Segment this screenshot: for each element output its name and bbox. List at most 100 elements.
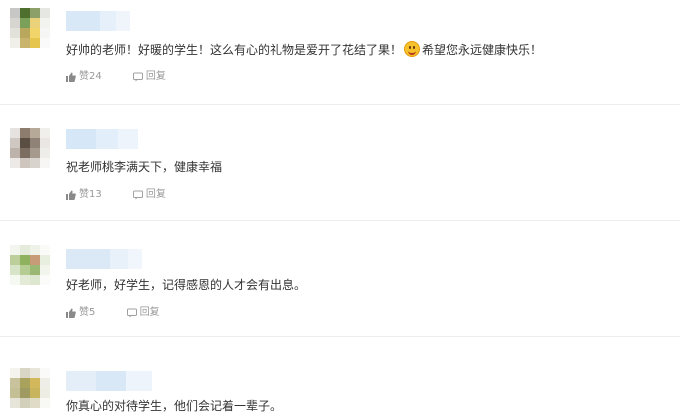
avatar-pixel — [10, 18, 20, 28]
username[interactable] — [66, 371, 152, 391]
avatar-pixel — [40, 18, 50, 28]
avatar[interactable] — [10, 368, 50, 408]
avatar-pixel — [10, 158, 20, 168]
avatar-pixel — [30, 265, 40, 275]
avatar-pixel — [10, 8, 20, 18]
thumbs-up-icon — [66, 72, 76, 82]
thumbs-up-icon — [66, 190, 76, 200]
comment-text: 好帅的老师！好暖的学生！这么有心的礼物是爱开了花结了果！ 希望您永远健康快乐！ — [66, 41, 543, 57]
avatar-pixel — [20, 28, 30, 38]
avatar-pixel — [40, 368, 50, 378]
avatar-pixel — [10, 255, 20, 265]
avatar-pixel — [20, 265, 30, 275]
avatar-pixel — [40, 378, 50, 388]
avatar-pixel — [40, 148, 50, 158]
avatar-pixel — [40, 28, 50, 38]
avatar-pixel — [20, 158, 30, 168]
avatar-pixel — [30, 368, 40, 378]
avatar-pixel — [20, 138, 30, 148]
avatar-pixel — [10, 28, 20, 38]
username[interactable] — [66, 249, 142, 269]
like-count: 赞24 — [79, 71, 102, 82]
avatar-pixel — [20, 38, 30, 48]
like-button[interactable]: 赞13 — [66, 189, 102, 201]
avatar-pixel — [10, 388, 20, 398]
avatar-pixel — [20, 378, 30, 388]
avatar-pixel — [30, 128, 40, 138]
comment-2: 祝老师桃李满天下，健康幸福 赞13 回复 — [0, 105, 680, 220]
avatar-pixel — [30, 28, 40, 38]
avatar-pixel — [40, 138, 50, 148]
reply-button[interactable]: 回复 — [132, 71, 166, 83]
avatar-pixel — [20, 388, 30, 398]
comment-text: 祝老师桃李满天下，健康幸福 — [66, 160, 223, 174]
avatar-pixel — [30, 18, 40, 28]
avatar-pixel — [40, 158, 50, 168]
avatar[interactable] — [10, 245, 50, 285]
reply-icon — [132, 190, 143, 200]
username[interactable] — [66, 129, 138, 149]
comment-actions: 赞13 回复 — [66, 189, 194, 204]
thumbs-up-icon — [66, 308, 76, 318]
avatar[interactable] — [10, 128, 50, 168]
avatar[interactable] — [10, 8, 50, 48]
avatar-pixel — [30, 38, 40, 48]
avatar-pixel — [20, 128, 30, 138]
like-button[interactable]: 赞5 — [66, 307, 95, 319]
avatar-pixel — [10, 378, 20, 388]
avatar-pixel — [20, 18, 30, 28]
avatar-pixel — [20, 398, 30, 408]
avatar-pixel — [40, 388, 50, 398]
avatar-pixel — [40, 398, 50, 408]
avatar-pixel — [10, 128, 20, 138]
avatar-pixel — [30, 378, 40, 388]
avatar-pixel — [30, 245, 40, 255]
avatar-pixel — [40, 245, 50, 255]
reply-button[interactable]: 回复 — [132, 189, 166, 201]
avatar-pixel — [30, 275, 40, 285]
avatar-pixel — [10, 138, 20, 148]
avatar-pixel — [20, 148, 30, 158]
avatar-pixel — [20, 368, 30, 378]
like-count: 赞13 — [79, 189, 102, 200]
comment-1: 好帅的老师！好暖的学生！这么有心的礼物是爱开了花结了果！ 希望您永远健康快乐！ 赞… — [0, 0, 680, 104]
avatar-pixel — [10, 368, 20, 378]
like-button[interactable]: 赞24 — [66, 71, 102, 83]
grin-emoji-icon — [404, 41, 421, 57]
avatar-pixel — [20, 275, 30, 285]
avatar-pixel — [20, 255, 30, 265]
avatar-pixel — [40, 8, 50, 18]
avatar-pixel — [40, 275, 50, 285]
avatar-pixel — [40, 128, 50, 138]
reply-icon — [126, 308, 137, 318]
avatar-pixel — [10, 265, 20, 275]
avatar-pixel — [40, 255, 50, 265]
reply-label: 回复 — [145, 71, 166, 82]
avatar-pixel — [30, 398, 40, 408]
avatar-pixel — [10, 245, 20, 255]
avatar-pixel — [30, 148, 40, 158]
avatar-pixel — [10, 148, 20, 158]
comment-text: 你真心的对待学生，他们会记着一辈子。 — [66, 399, 283, 413]
avatar-pixel — [30, 255, 40, 265]
avatar-pixel — [30, 388, 40, 398]
avatar-pixel — [20, 245, 30, 255]
avatar-pixel — [10, 38, 20, 48]
comment-text: 好老师，好学生，记得感恩的人才会有出息。 — [66, 278, 307, 292]
avatar-pixel — [10, 275, 20, 285]
avatar-pixel — [40, 265, 50, 275]
comment-actions: 赞5 回复 — [66, 307, 188, 322]
reply-label: 回复 — [139, 307, 160, 318]
comment-3: 好老师，好学生，记得感恩的人才会有出息。 赞5 回复 — [0, 221, 680, 336]
comment-actions: 赞24 回复 — [66, 71, 194, 86]
like-count: 赞5 — [79, 307, 96, 318]
avatar-pixel — [20, 8, 30, 18]
username[interactable] — [66, 11, 130, 31]
avatar-pixel — [30, 158, 40, 168]
reply-label: 回复 — [145, 189, 166, 200]
comment-4: 你真心的对待学生，他们会记着一辈子。 — [0, 337, 680, 419]
reply-icon — [132, 72, 143, 82]
avatar-pixel — [40, 38, 50, 48]
avatar-pixel — [10, 398, 20, 408]
reply-button[interactable]: 回复 — [126, 307, 160, 319]
